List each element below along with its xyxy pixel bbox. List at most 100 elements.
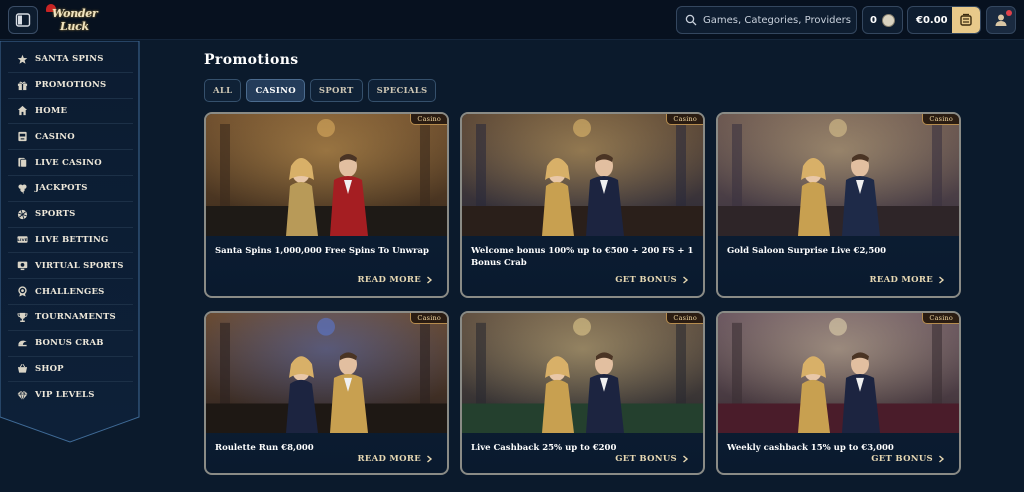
chevron-right-icon: [939, 455, 945, 463]
diamond-icon: [16, 389, 28, 401]
sidebar-item-challenges[interactable]: Challenges: [8, 279, 133, 305]
sidebar-item-label: Sports: [35, 209, 76, 220]
sidebar-item-bonus-crab[interactable]: Bonus Crab: [8, 331, 133, 357]
sidebar-item-label: Bonus Crab: [35, 338, 104, 349]
tab-specials[interactable]: Specials: [367, 79, 437, 102]
category-badge: Casino: [922, 114, 959, 125]
balance-value: €0.00: [916, 14, 948, 26]
promo-title: Santa Spins 1,000,000 Free Spins To Unwr…: [215, 246, 429, 256]
site-logo[interactable]: Wonder Luck: [46, 3, 102, 37]
cta-label: Read More: [357, 454, 421, 464]
promo-title: Weekly cashback 15% up to €3,000: [727, 443, 894, 453]
cta-label: Get Bonus: [871, 454, 933, 464]
logo-text-line2: Luck: [60, 20, 89, 33]
sidebar-item-live-betting[interactable]: LIVE Live Betting: [8, 228, 133, 254]
category-badge: Casino: [922, 313, 959, 324]
promo-card[interactable]: Casino Gold Saloon Surprise Live €2,500 Re…: [716, 112, 961, 298]
get-bonus-button[interactable]: Get Bonus: [615, 454, 689, 464]
crab-icon: [16, 337, 28, 349]
sidebar-item-label: Promotions: [35, 80, 107, 91]
promo-image[interactable]: [206, 114, 447, 236]
search-box[interactable]: [676, 6, 857, 34]
svg-text:LIVE: LIVE: [17, 238, 27, 243]
points-value: 0: [870, 14, 877, 26]
tab-all[interactable]: All: [204, 79, 242, 102]
virtual-icon: [16, 260, 28, 272]
page-title: Promotions: [204, 52, 299, 68]
read-more-button[interactable]: Read More: [357, 454, 433, 464]
loyalty-points-button[interactable]: 0: [862, 6, 903, 34]
sidebar-item-label: Home: [35, 105, 68, 116]
chevron-right-icon: [939, 276, 945, 284]
ball-icon: [16, 208, 28, 220]
sidebar-item-santa-spins[interactable]: Santa Spins: [8, 47, 133, 73]
promo-title: Welcome bonus 100% up to €500 + 200 FS +…: [471, 246, 694, 268]
promo-image[interactable]: [462, 313, 703, 433]
chevron-right-icon: [427, 276, 433, 284]
category-badge: Casino: [410, 313, 447, 324]
sidebar-item-jackpots[interactable]: Jackpots: [8, 176, 133, 202]
live-icon: LIVE: [16, 234, 28, 246]
sidebar-toggle-button[interactable]: [8, 6, 38, 34]
chevron-right-icon: [683, 276, 689, 284]
sidebar-item-home[interactable]: Home: [8, 99, 133, 125]
sidebar-nav: Santa Spins Promotions Home Casino Live Casi…: [8, 47, 133, 408]
promo-card[interactable]: Casino Santa Spins 1,000,000 Free Spins T…: [204, 112, 449, 298]
clover-icon: [16, 182, 28, 194]
search-icon: [685, 14, 697, 26]
promo-image[interactable]: [718, 114, 959, 236]
wallet-icon[interactable]: [952, 7, 980, 33]
promo-card[interactable]: Casino Weekly cashback 15% up to €3,000 Ge…: [716, 311, 961, 475]
gift-icon: [16, 79, 28, 91]
tab-sport[interactable]: Sport: [309, 79, 363, 102]
trophy-icon: [16, 311, 28, 323]
sidebar-item-vip-levels[interactable]: VIP Levels: [8, 382, 133, 408]
promotions-grid: Casino Santa Spins 1,000,000 Free Spins T…: [204, 112, 962, 475]
sidebar-item-label: Challenges: [35, 286, 105, 297]
balance-button[interactable]: €0.00: [907, 6, 981, 34]
chevron-right-icon: [427, 455, 433, 463]
star-icon: [16, 53, 28, 65]
category-badge: Casino: [410, 114, 447, 125]
cta-label: Read More: [357, 275, 421, 285]
cta-label: Read More: [869, 275, 933, 285]
sidebar-item-sports[interactable]: Sports: [8, 202, 133, 228]
get-bonus-button[interactable]: Get Bonus: [871, 454, 945, 464]
user-account-button[interactable]: [986, 6, 1016, 34]
promo-image[interactable]: [462, 114, 703, 236]
promo-image[interactable]: [718, 313, 959, 433]
promo-title: Roulette Run €8,000: [215, 443, 314, 453]
read-more-button[interactable]: Read More: [357, 275, 433, 285]
promo-card[interactable]: Casino Roulette Run €8,000 Read More: [204, 311, 449, 475]
promo-image[interactable]: [206, 313, 447, 433]
sidebar-item-shop[interactable]: Shop: [8, 357, 133, 383]
search-input[interactable]: [703, 14, 853, 26]
sidebar-item-label: Casino: [35, 131, 75, 142]
tab-casino[interactable]: Casino: [246, 79, 305, 102]
basket-icon: [16, 363, 28, 375]
promo-title: Gold Saloon Surprise Live €2,500: [727, 246, 887, 256]
coin-icon: [881, 13, 895, 27]
live-casino-icon: [16, 157, 28, 169]
sidebar-item-tournaments[interactable]: Tournaments: [8, 305, 133, 331]
medal-icon: [16, 286, 28, 298]
slot-icon: [16, 131, 28, 143]
category-badge: Casino: [666, 313, 703, 324]
notification-dot: [1006, 10, 1012, 16]
cta-label: Get Bonus: [615, 275, 677, 285]
promo-card[interactable]: Casino Live Cashback 25% up to €200 Get Bo…: [460, 311, 705, 475]
get-bonus-button[interactable]: Get Bonus: [615, 275, 689, 285]
sidebar-item-virtual-sports[interactable]: Virtual Sports: [8, 253, 133, 280]
home-icon: [16, 105, 28, 117]
chevron-right-icon: [683, 455, 689, 463]
sidebar-item-promotions[interactable]: Promotions: [8, 73, 133, 99]
promo-card[interactable]: Casino Welcome bonus 100% up to €500 + 20…: [460, 112, 705, 298]
category-badge: Casino: [666, 114, 703, 125]
sidebar-item-casino[interactable]: Casino: [8, 124, 133, 151]
promo-title: Live Cashback 25% up to €200: [471, 443, 617, 453]
cta-label: Get Bonus: [615, 454, 677, 464]
sidebar-item-label: Santa Spins: [35, 54, 104, 65]
read-more-button[interactable]: Read More: [869, 275, 945, 285]
sidebar-item-label: Live Betting: [35, 234, 109, 245]
sidebar-item-live-casino[interactable]: Live Casino: [8, 150, 133, 176]
